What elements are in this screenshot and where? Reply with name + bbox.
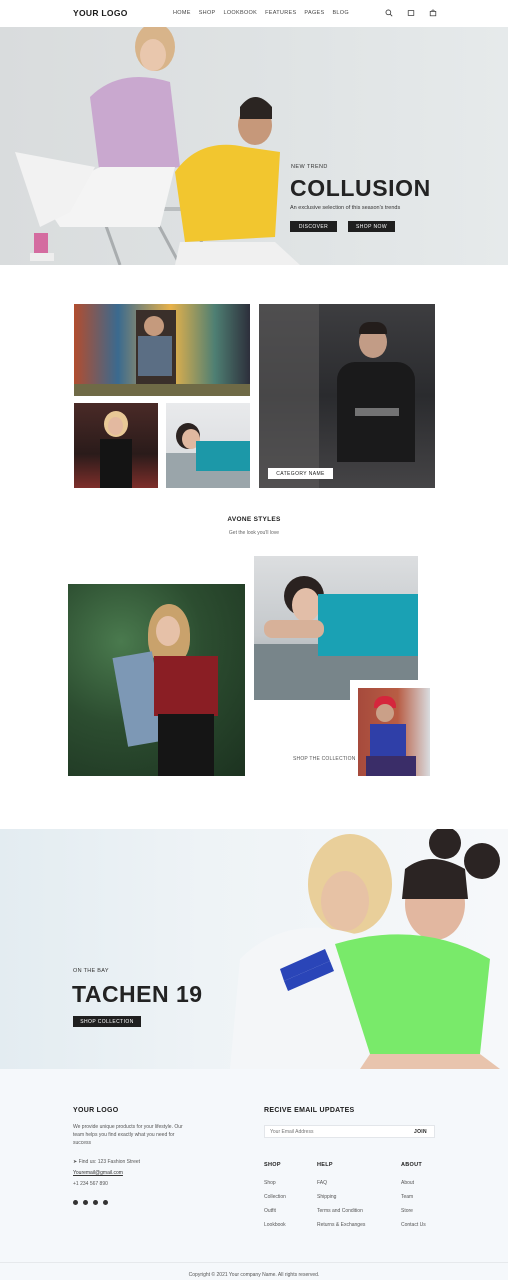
footer-about-link[interactable]: Team [401, 1194, 413, 1200]
section-subtitle: Get the look you'll love [228, 530, 280, 536]
twitter-icon[interactable] [93, 1200, 98, 1205]
footer-about-heading: ABOUT [401, 1162, 423, 1168]
footer-logo[interactable]: YOUR LOGO [73, 1107, 118, 1114]
hero-title: COLLUSION [290, 175, 431, 201]
footer-help-link[interactable]: Terms and Condition [317, 1208, 363, 1214]
site-logo[interactable]: YOUR LOGO [73, 8, 128, 18]
footer-shop-link[interactable]: Lookbook [264, 1222, 286, 1228]
facebook-icon[interactable] [73, 1200, 78, 1205]
social-links [73, 1192, 113, 1210]
newsletter-form: JOIN [264, 1125, 435, 1138]
category-name-label[interactable]: CATEGORY NAME [268, 468, 333, 479]
footer-help-heading: HELP [317, 1162, 333, 1168]
footer-about-link[interactable]: Contact Us [401, 1222, 426, 1228]
footer-help-link[interactable]: FAQ [317, 1180, 327, 1186]
nav-features[interactable]: FEATURES [265, 10, 296, 16]
footer-about-line-2: team helps you find exactly what you nee… [73, 1132, 175, 1138]
collection-image-woman-teal[interactable] [254, 556, 418, 700]
nav-shop[interactable]: SHOP [199, 10, 216, 16]
main-nav: HOME SHOP LOOKBOOK FEATURES PAGES BLOG [173, 10, 349, 16]
promo-eyebrow: ON THE BAY [73, 968, 109, 974]
promo-banner [0, 829, 508, 1069]
hero-banner [0, 27, 508, 265]
nav-blog[interactable]: BLOG [332, 10, 348, 16]
search-icon[interactable] [385, 9, 393, 17]
youtube-icon[interactable] [103, 1200, 108, 1205]
promo-models-image [230, 829, 500, 1069]
shop-now-button[interactable]: SHOP NOW [348, 221, 395, 232]
footer-help-link[interactable]: Returns & Exchanges [317, 1222, 365, 1228]
newsletter-title: RECIVE EMAIL UPDATES [264, 1107, 355, 1114]
shop-collection-link[interactable]: SHOP THE COLLECTION [293, 756, 356, 762]
footer-shop-link[interactable]: Collection [264, 1194, 286, 1200]
nav-home[interactable]: HOME [173, 10, 191, 16]
section-title: AVONE STYLES [227, 516, 281, 523]
hero-models-image [15, 27, 300, 265]
footer-shop-heading: SHOP [264, 1162, 281, 1168]
header-icons [385, 9, 437, 17]
copyright-text: Copyright © 2021 Your company Name. All … [188, 1272, 320, 1278]
join-button[interactable]: JOIN [414, 1129, 427, 1135]
footer-about-link[interactable]: About [401, 1180, 414, 1186]
category-image-woman-teal[interactable] [166, 403, 250, 488]
hero-eyebrow: NEW TREND [291, 164, 328, 170]
category-image-man-black[interactable] [259, 304, 435, 488]
hero-subtitle: An exclusive selection of this season's … [290, 205, 401, 211]
shop-collection-button[interactable]: SHOP COLLECTION [73, 1016, 141, 1027]
discover-button[interactable]: DISCOVER [290, 221, 337, 232]
category-image-woman-black[interactable] [74, 403, 158, 488]
instagram-icon[interactable] [83, 1200, 88, 1205]
category-image-graffiti[interactable] [74, 304, 250, 396]
cart-icon[interactable] [429, 9, 437, 17]
footer-about-line-1: We provide unique products for your life… [73, 1124, 183, 1130]
footer-address: ➤ Find us: 123 Fashion Street [73, 1159, 141, 1165]
footer-email[interactable]: Youremail@gmail.com [73, 1169, 123, 1177]
footer-shop-link[interactable]: Shop [264, 1180, 276, 1186]
footer-phone: +1 234 567 890 [73, 1181, 108, 1187]
footer-about-link[interactable]: Store [401, 1208, 413, 1214]
collection-image-plaid[interactable] [68, 584, 245, 776]
footer-about-line-3: success [73, 1140, 92, 1146]
collection-image-red-cap[interactable] [358, 688, 430, 776]
footer-help-link[interactable]: Shipping [317, 1194, 336, 1200]
nav-pages[interactable]: PAGES [304, 10, 324, 16]
promo-title: TACHEN 19 [72, 981, 203, 1007]
heart-icon[interactable] [407, 9, 415, 17]
nav-lookbook[interactable]: LOOKBOOK [224, 10, 258, 16]
footer-shop-link[interactable]: Outfit [264, 1208, 276, 1214]
site-header: YOUR LOGO HOME SHOP LOOKBOOK FEATURES PA… [0, 0, 508, 27]
newsletter-email-input[interactable] [270, 1128, 400, 1136]
